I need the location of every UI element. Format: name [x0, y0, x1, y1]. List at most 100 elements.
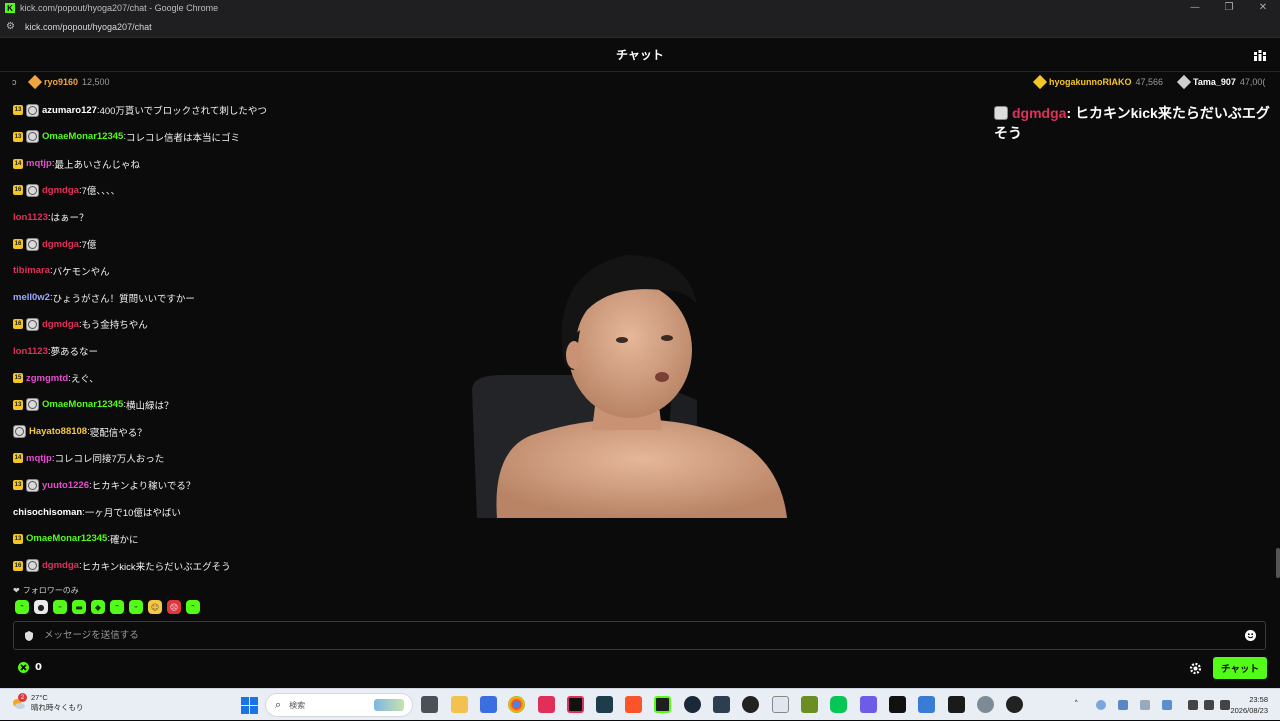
avatar[interactable] — [26, 478, 39, 492]
channel-points[interactable]: 0 — [18, 662, 42, 673]
overlay-username[interactable]: dgmdga — [1012, 105, 1066, 121]
chat-username[interactable]: chisochisoman — [13, 507, 82, 518]
chat-settings-gear-icon[interactable] — [1189, 662, 1202, 675]
app-icon[interactable] — [860, 696, 877, 713]
chat-username[interactable]: zgmgmtd — [26, 373, 68, 384]
avatar[interactable] — [26, 183, 39, 197]
taskbar-search[interactable]: ⌕ 検索 — [265, 693, 413, 717]
settings-icon[interactable] — [977, 696, 994, 713]
chat-username[interactable]: tibimara — [13, 265, 50, 276]
app-icon[interactable] — [772, 696, 789, 713]
close-button[interactable]: ✕ — [1246, 0, 1280, 16]
chat-username[interactable]: dgmdga — [42, 319, 79, 330]
line-icon[interactable] — [830, 696, 847, 713]
shield-icon[interactable] — [24, 630, 34, 641]
task-view-icon[interactable] — [421, 696, 438, 713]
emote-icon[interactable]: ᵔ — [186, 600, 200, 614]
tray-app-icon[interactable] — [1162, 700, 1172, 710]
emote-icon[interactable]: ᵕ — [129, 600, 143, 614]
battery-icon[interactable] — [1220, 700, 1230, 710]
emote-icon[interactable]: ◆ — [91, 600, 105, 614]
chat-username[interactable]: mqtjp — [26, 453, 52, 464]
chat-username[interactable]: mqtjp — [26, 158, 52, 169]
avatar[interactable] — [26, 398, 39, 412]
subscriber-badge-icon[interactable]: 14 — [13, 158, 23, 169]
chrome-icon[interactable] — [508, 696, 525, 713]
chat-username[interactable]: azumaro127 — [42, 105, 97, 116]
volume-icon[interactable] — [1204, 700, 1214, 710]
url-text[interactable]: kick.com/popout/hyoga207/chat — [25, 22, 152, 32]
weather-widget[interactable]: 2 27°C 晴れ時々くもり — [10, 693, 84, 713]
avatar[interactable] — [13, 425, 26, 439]
emote-icon[interactable]: ᵔ — [15, 600, 29, 614]
taskbar-clock[interactable]: 23:58 2026/08/23 — [1230, 694, 1268, 716]
subscriber-badge-icon[interactable]: 16 — [13, 239, 23, 249]
tiktok-icon[interactable] — [567, 696, 584, 713]
subscriber-badge-icon[interactable]: 15 — [13, 373, 23, 383]
chat-username[interactable]: lon1123 — [13, 212, 48, 223]
tray-mic-icon[interactable] — [1118, 700, 1128, 710]
chat-username[interactable]: OmaeMonar12345 — [42, 131, 123, 142]
avatar[interactable] — [26, 559, 39, 573]
app-icon[interactable] — [596, 696, 613, 713]
file-explorer-icon[interactable] — [451, 696, 468, 713]
media-player-icon[interactable] — [1006, 696, 1023, 713]
chat-username[interactable]: dgmdga — [42, 239, 79, 250]
unreal-icon[interactable] — [889, 696, 906, 713]
subscriber-badge-icon[interactable]: 13 — [13, 399, 23, 410]
app-icon[interactable] — [948, 696, 965, 713]
restore-button[interactable]: ❐ — [1212, 0, 1246, 16]
chat-username[interactable]: mell0w2 — [13, 292, 50, 303]
app-icon[interactable] — [480, 696, 497, 713]
subscriber-badge-icon[interactable]: 14 — [13, 453, 23, 464]
chat-username[interactable]: OmaeMonar12345 — [42, 399, 123, 410]
subscriber-badge-icon[interactable]: 16 — [13, 185, 23, 196]
tray-cloud-icon[interactable] — [1096, 700, 1106, 710]
tray-bluetooth-icon[interactable] — [1140, 700, 1150, 710]
emote-icon[interactable]: ☺ — [148, 600, 162, 614]
emote-icon[interactable]: ☹ — [167, 600, 181, 614]
network-icon[interactable] — [1188, 700, 1198, 710]
chat-username[interactable]: yuuto1226 — [42, 480, 89, 491]
users-list-icon[interactable] — [1254, 49, 1266, 61]
chat-username[interactable]: dgmdga — [42, 560, 79, 571]
scroll-left-icon[interactable]: ↄ — [12, 77, 17, 87]
chat-username[interactable]: Hayato88108 — [29, 426, 87, 437]
subscriber-badge-icon[interactable]: 13 — [13, 105, 23, 115]
tray-chevron-icon[interactable]: ˄ — [1074, 700, 1084, 710]
minimize-button[interactable]: — — [1178, 0, 1212, 16]
steam-icon[interactable] — [684, 696, 701, 713]
subscriber-badge-icon[interactable]: 16 — [13, 560, 23, 571]
minecraft-icon[interactable] — [801, 696, 818, 713]
subscriber-badge-icon[interactable]: 13 — [13, 480, 23, 491]
avatar[interactable] — [26, 103, 39, 117]
scrollbar-thumb[interactable] — [1276, 548, 1280, 578]
gifter-item[interactable]: ryo9160 12,500 — [27, 74, 110, 90]
address-bar[interactable]: ⚙ kick.com/popout/hyoga207/chat — [0, 16, 1280, 38]
app-icon[interactable] — [713, 696, 730, 713]
emote-icon[interactable]: ᵕ — [53, 600, 67, 614]
chat-username[interactable]: dgmdga — [42, 185, 79, 196]
chat-message-input[interactable] — [44, 630, 1245, 641]
avatar[interactable] — [26, 317, 39, 331]
avatar[interactable] — [26, 130, 39, 144]
emote-icon[interactable]: ● — [34, 600, 48, 614]
brave-icon[interactable] — [625, 696, 642, 713]
subscriber-badge-icon[interactable]: 13 — [13, 131, 23, 142]
obs-icon[interactable] — [742, 696, 759, 713]
windows-start-icon[interactable] — [241, 697, 258, 714]
subscriber-badge-icon[interactable]: 13 — [13, 533, 23, 544]
chat-username[interactable]: OmaeMonar12345 — [26, 533, 107, 544]
avatar[interactable] — [26, 237, 39, 251]
emote-icon[interactable]: ᵔ — [110, 600, 124, 614]
app-icon[interactable] — [918, 696, 935, 713]
subscriber-badge-icon[interactable]: 16 — [13, 319, 23, 330]
site-settings-icon[interactable]: ⚙ — [6, 21, 18, 32]
gifter-item[interactable]: hyogakunnoRIAKO 47,566 — [1032, 74, 1163, 90]
send-chat-button[interactable]: チャット — [1213, 657, 1267, 679]
gifter-item[interactable]: Tama_907 47,00( — [1176, 74, 1265, 90]
emoji-picker-icon[interactable] — [1245, 630, 1256, 641]
chat-username[interactable]: lon1123 — [13, 346, 48, 357]
app-icon[interactable] — [538, 696, 555, 713]
app-icon[interactable] — [654, 696, 671, 713]
